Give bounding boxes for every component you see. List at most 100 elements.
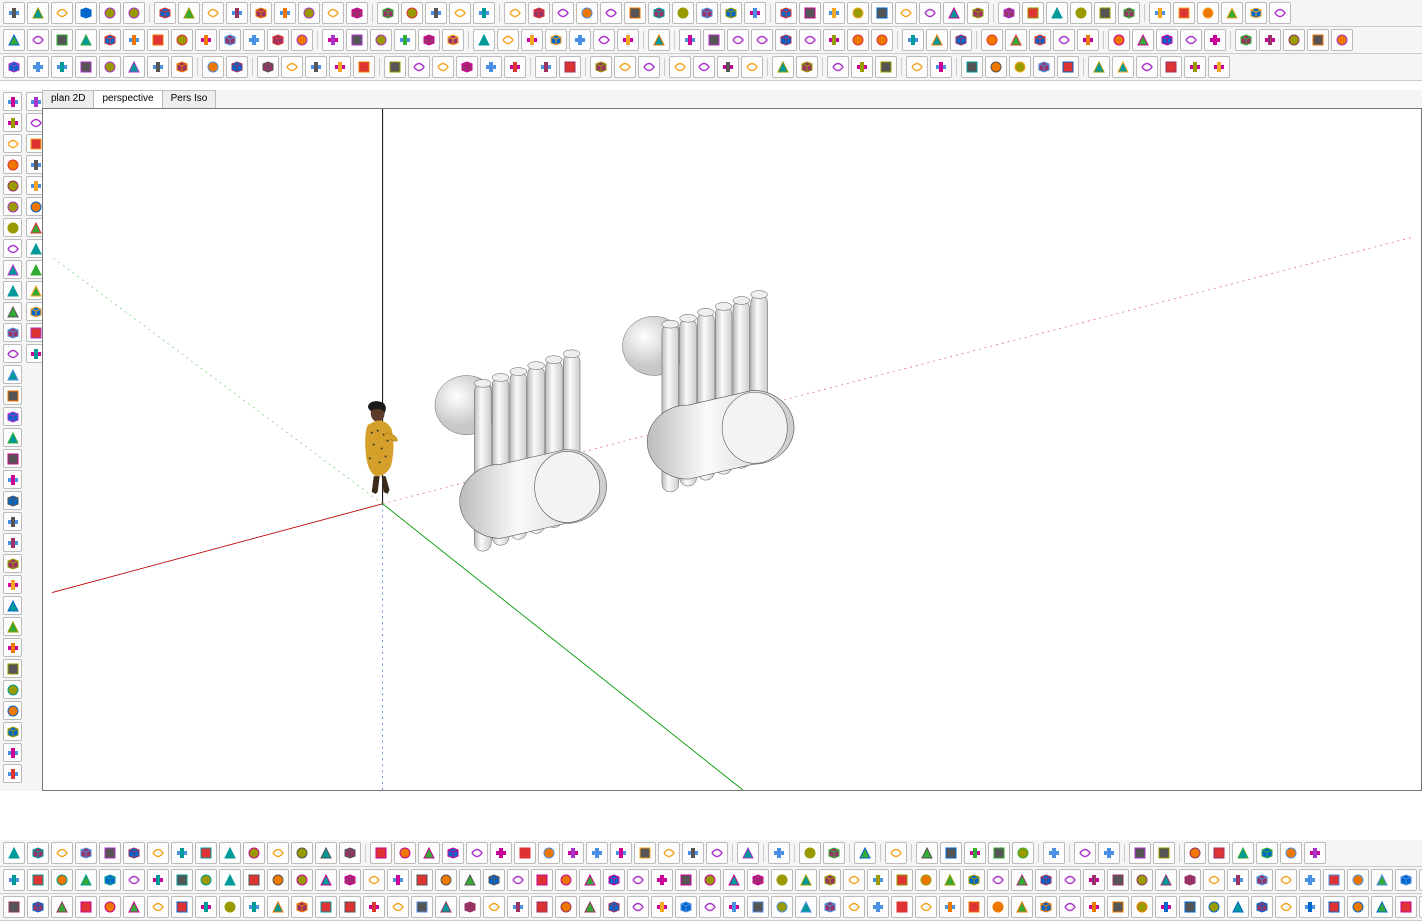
knot-button[interactable] [27, 29, 49, 51]
cube41-button[interactable] [1275, 869, 1297, 891]
cube38-button[interactable] [1203, 869, 1225, 891]
k-shape-button[interactable] [1043, 842, 1065, 864]
pan-hand-button[interactable] [3, 743, 22, 762]
swap-button[interactable] [3, 470, 22, 489]
tool20-button[interactable] [915, 896, 937, 918]
surface-c-button[interactable] [370, 29, 392, 51]
curve-s-button[interactable] [171, 56, 193, 78]
shirt-button[interactable] [497, 29, 519, 51]
wave-bar-button[interactable] [586, 842, 608, 864]
save-c-button[interactable] [123, 842, 145, 864]
text-black-button[interactable] [679, 29, 701, 51]
hatch-b-button[interactable] [291, 896, 313, 918]
tangent-button[interactable] [504, 56, 526, 78]
tool7-button[interactable] [603, 896, 625, 918]
help-button[interactable] [1304, 842, 1326, 864]
zoom-extents-button[interactable] [298, 2, 320, 24]
cube6-button[interactable] [435, 869, 457, 891]
bars-a-button[interactable] [75, 896, 97, 918]
circle-red-button[interactable] [600, 2, 622, 24]
text-off-button[interactable] [243, 896, 265, 918]
stripe-button[interactable] [562, 842, 584, 864]
cube26-button[interactable] [915, 869, 937, 891]
osm-button[interactable] [1331, 29, 1353, 51]
prism-yellow-button[interactable] [919, 2, 941, 24]
cube34-button[interactable] [1107, 869, 1129, 891]
checker-button[interactable] [538, 842, 560, 864]
hatch-a-button[interactable] [267, 896, 289, 918]
rotate-snap-button[interactable] [1057, 56, 1079, 78]
script-button[interactable] [3, 407, 22, 426]
hatch-button[interactable] [3, 281, 22, 300]
letter-j-button[interactable] [99, 29, 121, 51]
label-2d-button[interactable] [682, 842, 704, 864]
tool24-button[interactable] [1011, 896, 1033, 918]
cube-red-e-button[interactable] [1077, 29, 1099, 51]
lasso-button[interactable] [178, 2, 200, 24]
stroke-green-button[interactable] [449, 2, 471, 24]
tool17-button[interactable] [843, 896, 865, 918]
col-e-button[interactable] [466, 842, 488, 864]
cursor-q-button[interactable] [3, 617, 22, 636]
layers-green-button[interactable] [1022, 2, 1044, 24]
sel-green-b-button[interactable] [717, 56, 739, 78]
scissors-grn-button[interactable] [3, 575, 22, 594]
box-iso-3-button[interactable] [1197, 2, 1219, 24]
extrude-button[interactable] [442, 29, 464, 51]
win-cascade-button[interactable] [99, 2, 121, 24]
cylinder-group-1[interactable] [435, 350, 607, 551]
box-iso-1-button[interactable] [1149, 2, 1171, 24]
win-b-button[interactable] [851, 56, 873, 78]
dim-h-button[interactable] [1009, 56, 1031, 78]
copy-btn-button[interactable] [315, 896, 337, 918]
doc-a-button[interactable] [3, 842, 25, 864]
rect-grey-button[interactable] [3, 239, 22, 258]
cube8-button[interactable] [483, 869, 505, 891]
cross-button[interactable] [514, 842, 536, 864]
mat-a-button[interactable] [772, 56, 794, 78]
wizard-button[interactable] [147, 56, 169, 78]
cube40-button[interactable] [1251, 869, 1273, 891]
tab-perspective[interactable]: perspective [93, 90, 162, 108]
cursor-remove-button[interactable] [226, 2, 248, 24]
tool35-button[interactable] [1275, 896, 1297, 918]
tool28-button[interactable] [1107, 896, 1129, 918]
box-wire-a-button[interactable] [535, 56, 557, 78]
cube22-button[interactable] [819, 869, 841, 891]
cube0-button[interactable] [291, 869, 313, 891]
shield-blue-button[interactable] [3, 29, 25, 51]
widget-button[interactable] [737, 842, 759, 864]
viewport[interactable] [42, 108, 1422, 791]
curve-fit-button[interactable] [480, 56, 502, 78]
squiggle-red-button[interactable] [3, 197, 22, 216]
tool19-button[interactable] [891, 896, 913, 918]
compass-button[interactable] [432, 56, 454, 78]
arc-orange-button[interactable] [528, 2, 550, 24]
cube28-button[interactable] [963, 869, 985, 891]
undo2-button[interactable] [1129, 842, 1151, 864]
sky-button[interactable] [823, 842, 845, 864]
prism-blue-button[interactable] [895, 2, 917, 24]
cube17-button[interactable] [699, 869, 721, 891]
grid-red-sm-button[interactable] [3, 701, 22, 720]
mat-b-button[interactable] [796, 56, 818, 78]
stack-purple-button[interactable] [1118, 2, 1140, 24]
cursor-snap-button[interactable] [985, 56, 1007, 78]
letter-p-button[interactable] [267, 29, 289, 51]
col-a-button[interactable] [370, 842, 392, 864]
box-yellow-button[interactable] [871, 2, 893, 24]
cube7-button[interactable] [459, 869, 481, 891]
person-icon-button[interactable] [219, 29, 241, 51]
cube20-button[interactable] [771, 869, 793, 891]
stack-blue-button[interactable] [1070, 2, 1092, 24]
cube-view-button[interactable] [3, 113, 22, 132]
poly-red-button[interactable] [3, 344, 22, 363]
dim-v-button[interactable] [1033, 56, 1055, 78]
block10-button[interactable] [243, 869, 265, 891]
box-wire-b-button[interactable] [559, 56, 581, 78]
block9-button[interactable] [219, 869, 241, 891]
doc-c-button[interactable] [51, 842, 73, 864]
tile-c-button[interactable] [195, 842, 217, 864]
poly-button[interactable] [1136, 56, 1158, 78]
cube-red-a-button[interactable] [981, 29, 1003, 51]
